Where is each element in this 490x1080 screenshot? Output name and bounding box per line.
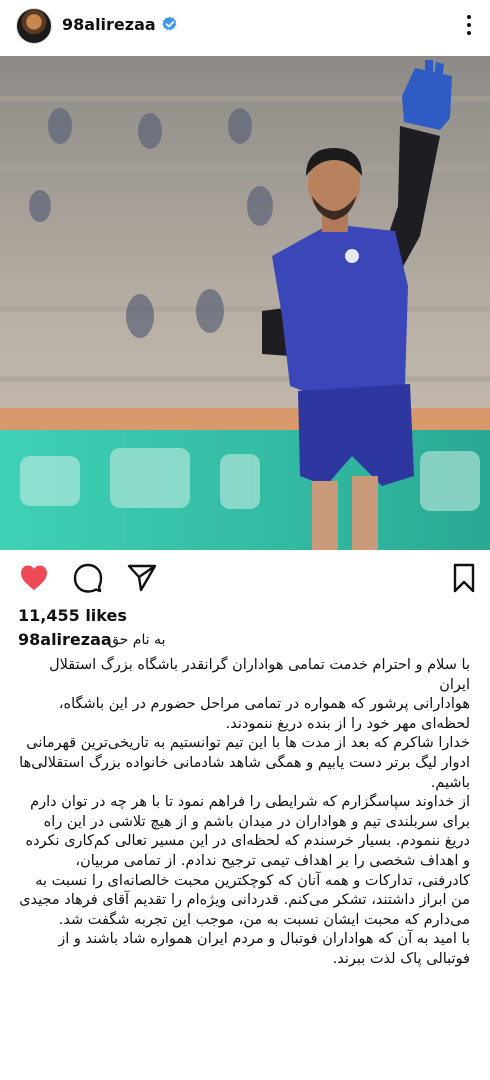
avatar[interactable] (16, 8, 52, 44)
caption-first-line: به نام حق (108, 632, 166, 648)
comment-icon[interactable] (72, 562, 104, 594)
caption-paragraph: از خداوند سپاسگزارم که شرایطی را فراهم ن… (19, 794, 470, 928)
post-header: 98alirezaa (0, 0, 490, 50)
likes-count[interactable]: 11,455 likes (18, 606, 127, 625)
post-photo[interactable] (0, 56, 490, 550)
caption-paragraph: هوادارانی پرشور که همواره در تمامی مراحل… (58, 696, 470, 732)
caption-paragraph: با سلام و احترام خدمت تمامی هواداران گرا… (49, 657, 470, 693)
action-bar (0, 556, 490, 600)
bookmark-icon[interactable] (448, 562, 480, 594)
goalkeeper-photo (0, 56, 490, 550)
caption-paragraph: با امید به آن که هواداران فوتبال و مردم … (58, 931, 470, 967)
caption-body: با سلام و احترام خدمت تمامی هواداران گرا… (18, 656, 470, 970)
verified-badge-icon (162, 16, 177, 31)
send-icon[interactable] (126, 562, 158, 594)
heart-filled-icon[interactable] (18, 562, 50, 594)
caption-username[interactable]: 98alirezaa (18, 630, 112, 649)
more-vertical-icon[interactable] (464, 12, 474, 38)
header-username[interactable]: 98alirezaa (62, 15, 156, 34)
caption-paragraph: خدارا شاکرم که بعد از مدت ها با این تیم … (19, 735, 470, 791)
